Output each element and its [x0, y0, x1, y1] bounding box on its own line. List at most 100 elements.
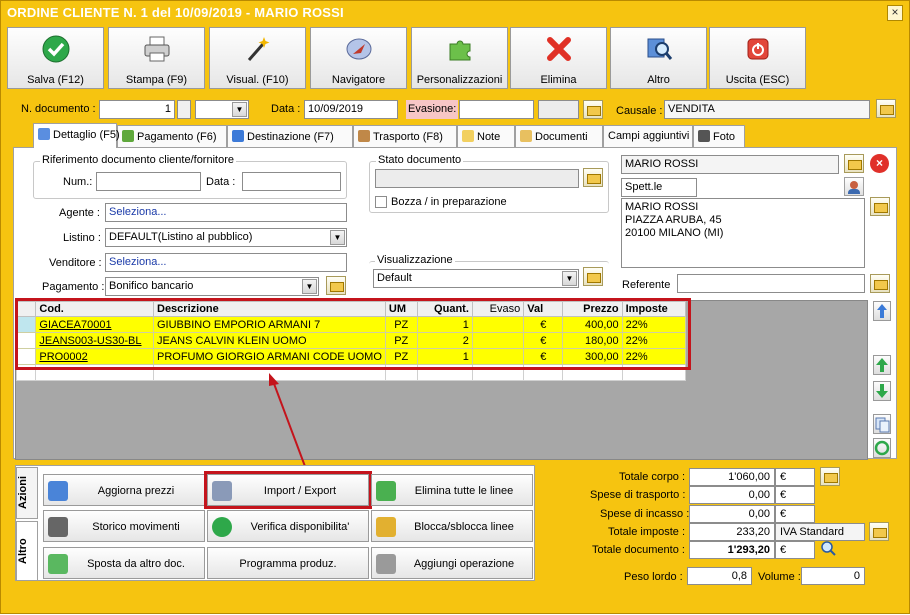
causale-folder-button[interactable] [876, 99, 896, 118]
tools-icon [376, 554, 396, 574]
evasione-input[interactable] [459, 100, 534, 119]
detail-icon [38, 128, 50, 140]
referente-label: Referente [622, 279, 671, 291]
tab-documenti[interactable]: Documenti [515, 125, 603, 147]
tab-foto[interactable]: Foto [693, 125, 745, 147]
doc-number-input[interactable]: 1 [99, 100, 175, 119]
tab-campi-aggiuntivi[interactable]: Campi aggiuntivi [603, 125, 693, 147]
shipping-currency: € [775, 486, 815, 504]
listino-select[interactable]: DEFAULT(Listino al pubblico) ▼ [105, 228, 347, 247]
tab-azioni[interactable]: Azioni [16, 467, 38, 519]
visual-select[interactable]: Default ▼ [373, 269, 579, 288]
pagamento-select[interactable]: Bonifico bancario ▼ [105, 277, 319, 296]
truck-icon [358, 130, 370, 142]
globe-icon [232, 130, 244, 142]
arrow-down-icon [876, 384, 888, 398]
agente-input[interactable]: Seleziona... [105, 203, 347, 222]
tab-destinazione[interactable]: Destinazione (F7) [227, 125, 353, 147]
tab-trasporto[interactable]: Trasporto (F8) [353, 125, 457, 147]
stato-folder-button[interactable] [583, 168, 603, 187]
customer-name-input[interactable]: MARIO ROSSI [621, 155, 839, 174]
tax-folder-button[interactable] [869, 522, 889, 541]
update-prices-button[interactable]: Aggiorna prezzi [43, 474, 205, 506]
exit-label: Uscita (ESC) [725, 74, 790, 86]
doc-number-spin[interactable] [177, 100, 191, 119]
movement-history-button[interactable]: Storico movimenti [43, 510, 205, 542]
print-button[interactable]: Stampa (F9) [108, 27, 205, 89]
arrow-up-icon [876, 358, 888, 372]
pagamento-label: Pagamento : [42, 281, 105, 293]
note-icon [462, 130, 474, 142]
bozza-checkbox[interactable] [375, 196, 387, 208]
navigator-button[interactable]: Navigatore [310, 27, 407, 89]
tab-pagamento[interactable]: Pagamento (F6) [117, 125, 227, 147]
date-input[interactable]: 10/09/2019 [304, 100, 398, 119]
referente-input[interactable] [677, 274, 865, 293]
rif-num-input[interactable] [96, 172, 201, 191]
close-button[interactable]: × [887, 5, 903, 21]
tab-pagamento-label: Pagamento (F6) [137, 131, 217, 143]
add-operation-button[interactable]: Aggiungi operazione [371, 547, 533, 579]
salutation-input[interactable]: Spett.le [621, 178, 697, 197]
bozza-label: Bozza / in preparazione [391, 196, 507, 208]
venditore-input[interactable]: Seleziona... [105, 253, 347, 272]
lock-lines-button[interactable]: Blocca/sblocca linee [371, 510, 533, 542]
move-up-button[interactable] [873, 355, 891, 375]
address-box[interactable]: MARIO ROSSI PIAZZA ARUBA, 45 20100 MILAN… [621, 198, 865, 268]
shipping-label: Spese di trasporto : [590, 489, 686, 501]
delete-button[interactable]: Elimina [510, 27, 607, 89]
copy-icon [875, 417, 890, 433]
address-folder-button[interactable] [870, 197, 890, 216]
preview-button[interactable]: Visual. (F10) [209, 27, 306, 89]
total-doc-label: Totale documento : [592, 544, 685, 556]
causale-label: Causale : [616, 105, 663, 117]
total-body-folder-button[interactable] [820, 467, 840, 486]
tab-dettaglio[interactable]: Dettaglio (F5) [33, 123, 120, 148]
weight-value[interactable]: 0,8 [687, 567, 752, 585]
exit-button[interactable]: Uscita (ESC) [709, 27, 806, 89]
update-prices-label: Aggiorna prezzi [97, 485, 175, 497]
tab-altro[interactable]: Altro [16, 521, 38, 581]
causale-input[interactable]: VENDITA [664, 100, 870, 119]
evasione-zoom-button[interactable] [583, 100, 603, 119]
total-body-value[interactable]: 1'060,00 [689, 468, 775, 486]
tax-type[interactable]: IVA Standard [775, 523, 865, 541]
shipping-value[interactable]: 0,00 [689, 486, 775, 504]
customer-folder-button[interactable] [844, 154, 864, 173]
referente-folder-button[interactable] [870, 274, 890, 293]
delete-all-lines-button[interactable]: Elimina tutte le linee [371, 474, 533, 506]
customize-label: Personalizzazioni [416, 74, 503, 86]
tab-note[interactable]: Note [457, 125, 515, 147]
refresh-row-button[interactable] [873, 438, 891, 458]
evasione-extra-input[interactable] [538, 100, 579, 119]
customize-button[interactable]: Personalizzazioni [411, 27, 508, 89]
volume-value[interactable]: 0 [801, 567, 865, 585]
other-button[interactable]: Altro [610, 27, 707, 89]
import-annotation-box [204, 471, 372, 509]
copy-row-button[interactable] [873, 414, 891, 434]
collection-label: Spese di incasso : [600, 508, 690, 520]
delete-label: Elimina [540, 74, 577, 86]
remove-customer-icon[interactable]: × [870, 154, 889, 173]
rif-date-input[interactable] [242, 172, 341, 191]
stato-input[interactable] [375, 169, 579, 188]
total-body-label: Totale corpo : [619, 471, 686, 483]
production-button[interactable]: Programma produz. [207, 547, 369, 579]
visual-folder-button[interactable] [583, 267, 603, 286]
total-tax-value[interactable]: 233,20 [689, 523, 775, 541]
check-availability-button[interactable]: Verifica disponibilita' [207, 510, 369, 542]
save-button[interactable]: Salva (F12) [7, 27, 104, 89]
move-from-doc-button[interactable]: Sposta da altro doc. [43, 547, 205, 579]
pagamento-folder-button[interactable] [326, 276, 346, 295]
total-doc-value[interactable]: 1'293,20 [689, 541, 775, 559]
print-label: Stampa (F9) [125, 74, 188, 86]
collection-value[interactable]: 0,00 [689, 505, 775, 523]
zoom-icon[interactable] [820, 540, 837, 557]
move-down-button[interactable] [873, 381, 891, 401]
doc-number-label: N. documento : [21, 103, 96, 115]
doc-series-select[interactable]: ▼ [195, 100, 249, 119]
user-icon[interactable] [844, 177, 864, 196]
save-label: Salva (F12) [27, 74, 84, 86]
move-top-button[interactable] [873, 301, 891, 321]
delete-x-icon [547, 37, 571, 61]
